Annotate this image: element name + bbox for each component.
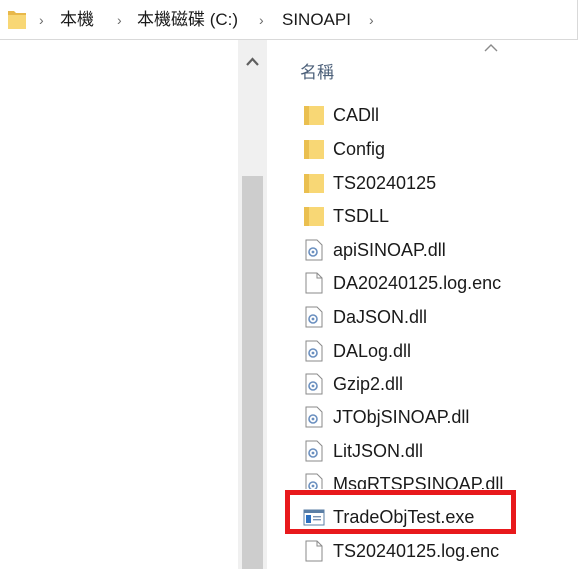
list-item[interactable]: Config [303,132,573,165]
list-item[interactable]: Gzip2.dll [303,367,573,400]
file-name: DaJSON.dll [333,307,428,327]
vertical-scrollbar[interactable] [238,40,267,569]
folder-icon [304,174,324,193]
list-item[interactable]: TSDLL [303,199,573,232]
scroll-up-arrow-icon[interactable] [238,50,267,74]
file-name: Gzip2.dll [333,374,404,394]
list-item[interactable]: TS20240125 [303,166,573,199]
list-item[interactable]: LitJSON.dll [303,434,573,467]
list-item[interactable]: MsgRTSPSINOAP.dll [303,467,573,489]
file-name: apiSINOAP.dll [333,240,446,260]
file-name: CADll [333,105,380,125]
list-item[interactable]: TS20240125.log.enc [303,534,573,567]
list-item[interactable]: apiSINOAP.dll [303,233,573,266]
highlight-annotation-box [285,490,516,534]
file-name: DA20240125.log.enc [333,273,502,293]
dll-file-icon [305,340,323,362]
address-bar[interactable]: › 本機 › 本機磁碟 (C:) › SINOAPI › [0,0,578,40]
sort-ascending-icon [484,44,498,52]
chevron-right-icon[interactable]: › [259,11,264,29]
file-icon [305,540,323,562]
file-name: LitJSON.dll [333,441,424,461]
file-name: Config [333,139,386,159]
scrollbar-thumb[interactable] [242,176,263,569]
file-name: TS20240125 [333,173,437,193]
breadcrumb-local-disk[interactable]: 本機磁碟 (C:) [137,10,238,30]
column-header-name[interactable]: 名稱 [300,58,334,83]
chevron-right-icon: › [39,12,44,28]
chevron-right-icon[interactable]: › [117,11,122,29]
dll-file-icon [305,406,323,428]
file-name: TSDLL [333,206,390,226]
breadcrumb-sinoapi[interactable]: SINOAPI [282,10,351,30]
list-item[interactable]: DA20240125.log.enc [303,266,573,299]
folder-icon [304,106,324,125]
file-name: DALog.dll [333,341,412,361]
list-item[interactable]: JTObjSINOAP.dll [303,400,573,433]
folder-icon [304,140,324,159]
file-name: JTObjSINOAP.dll [333,407,470,427]
folder-icon [8,11,26,29]
chevron-right-icon[interactable]: › [369,11,374,29]
dll-file-icon [305,440,323,462]
dll-file-icon [305,306,323,328]
file-name: MsgRTSPSINOAP.dll [333,474,504,489]
dll-file-icon [305,373,323,395]
dll-file-icon [305,473,323,489]
list-item[interactable]: DaJSON.dll [303,300,573,333]
dll-file-icon [305,239,323,261]
folder-icon [304,207,324,226]
breadcrumb-this-pc[interactable]: 本機 [60,10,94,30]
list-item[interactable]: CADll [303,98,573,131]
list-item[interactable]: DALog.dll [303,334,573,367]
file-icon [305,272,323,294]
file-name: TS20240125.log.enc [333,541,500,561]
